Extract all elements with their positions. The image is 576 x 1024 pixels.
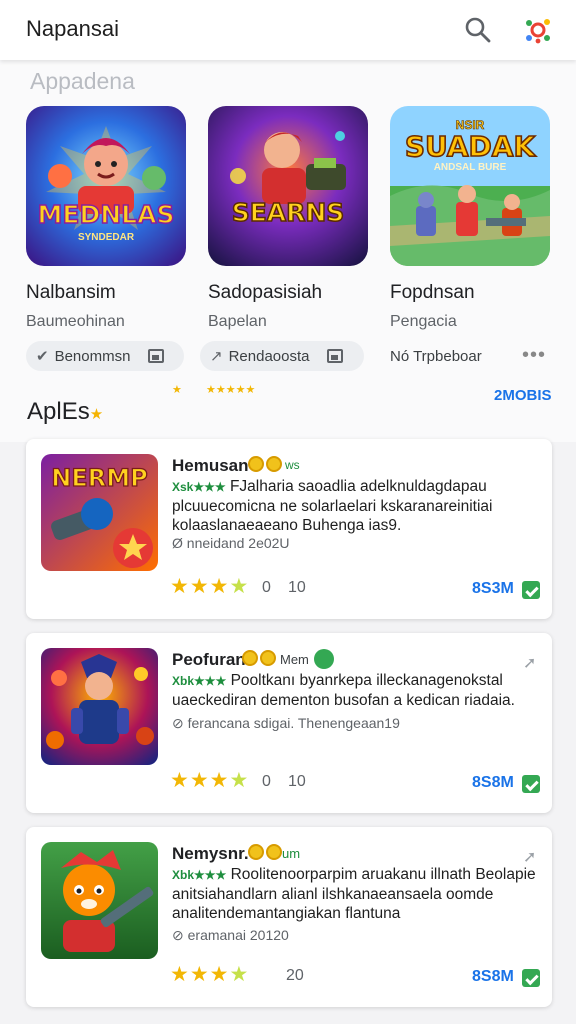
more-options-icon[interactable]: ••• [522,344,546,367]
image-icon [148,349,165,363]
filter-chip-row: ✔ Benommsn ↗ Rendaoosta Nó Trpbeboar [0,341,576,371]
app-release-info: ⊘ eramanai 20120 [172,927,289,943]
app-tag: Mem [280,652,309,667]
share-icon[interactable]: ➚ [523,653,536,673]
chip-label: Benommsn [54,347,131,365]
featured-app-name[interactable]: Nalbansim [26,282,116,304]
award-badge-icon [248,456,282,472]
app-description: Xbk★★★ Roolitenoorparpim aruakanu illnat… [172,865,540,923]
featured-art-logo: MEDNLAS [37,199,175,230]
checkmark-icon: ✔ [36,348,49,365]
featured-app-category: Bapelan [208,313,267,330]
app-icon[interactable]: NERMP [41,454,158,571]
app-name[interactable]: Peofuran [172,650,246,670]
inline-rating: Xsk★★★ [172,480,226,494]
rating-stars: ★★★★ [170,963,250,986]
see-more-link[interactable]: 2MOBIS [494,387,552,404]
rating-count: 10 [288,773,306,790]
rating-value: 0 [262,579,271,596]
featured-app-thumbnail[interactable]: NSIR SUADAK ANDSAL BURE [390,106,550,266]
inline-rating: Xbk★★★ [172,868,227,882]
search-icon[interactable] [462,14,494,46]
featured-art-logo: SUADAK [404,129,536,164]
app-description-rest: uaeckediran dementon busofan a kedican r… [172,692,515,709]
app-tag: um [282,846,301,861]
app-description-first: FJalharia saoadlia adelknuldagdapau [229,478,487,495]
chip-label: Nó Trpbeboar [390,347,482,365]
rating-stars: ★★★★ [170,769,250,792]
app-release-info: ⊘ ferancana sdigai. Thenengeaan19 [172,715,400,731]
app-list-item[interactable]: NERMP Hemusan ws Xsk★★★ FJalharia saoadl… [26,439,552,619]
star-icon: ★ [172,384,182,396]
app-tag: ws [285,458,300,472]
inline-rating: Xbk★★★ [172,674,227,688]
account-icon[interactable] [520,12,556,48]
install-icon[interactable] [522,969,540,987]
rating-stars: ★★★★ [170,575,250,598]
featured-app-card[interactable]: SEARNS Sadopasisiah Bapelan [208,106,368,330]
app-description: Xbk★★★ Pooltkanı byanrkepa illeckanageno… [172,671,540,710]
featured-section-title: Appadena [30,68,135,94]
featured-app-name[interactable]: Sadopasisiah [208,282,322,304]
rating-value: 0 [262,773,271,790]
app-list-item[interactable]: Peofuran Mem ➚ Xbk★★★ Pooltkanı byanrkep… [26,633,552,813]
app-name[interactable]: Hemusan [172,456,249,476]
featured-app-category: Pengacia [390,313,457,330]
app-art-logo: NERMP [51,463,149,492]
install-icon[interactable] [522,775,540,793]
chip-trending[interactable]: ↗ Rendaoosta [200,341,364,371]
apps-section-label: AplEs [27,398,90,425]
app-release-info: Ø nneidand 2e02U [172,535,290,551]
app-description-rest: plcuuecomicna ne solarlaelari kskaranare… [172,498,493,534]
featured-app-thumbnail[interactable]: SEARNS [208,106,368,266]
featured-art-sublogo: ANDSAL BURE [433,162,507,173]
featured-app-thumbnail[interactable]: MEDNLAS SYNDEDAR [26,106,186,266]
app-icon[interactable] [41,842,158,959]
app-name[interactable]: Nemysnr. [172,844,249,864]
share-icon[interactable]: ➚ [523,847,536,867]
app-list-item[interactable]: Nemysnr. um ➚ Xbk★★★ Roolitenoorparpim a… [26,827,552,1007]
rating-count: 10 [288,579,306,596]
page-title: Napansai [26,16,119,41]
award-badge-icon [242,650,276,666]
install-icon[interactable] [522,581,540,599]
featured-app-name[interactable]: Fopdnsan [390,282,475,304]
rating-count: 20 [286,967,304,984]
featured-art-logo: SEARNS [231,197,345,228]
image-icon [327,349,344,363]
app-description-first: Pooltkanı byanrkepa illeckanagenokstal [230,672,503,689]
app-icon[interactable] [41,648,158,765]
top-app-bar: Napansai [0,0,576,60]
app-size: 8S8M [472,968,514,985]
featured-app-card[interactable]: NSIR SUADAK ANDSAL BURE Fopdnsan Pengaci… [390,106,550,330]
crown-icon: ★ [89,406,104,423]
app-size: 8S3M [472,580,514,597]
featured-art-sublogo: SYNDEDAR [77,232,135,243]
apps-section-title: AplEs★ [27,398,103,426]
app-description: Xsk★★★ FJalharia saoadlia adelknuldagdap… [172,477,540,535]
app-description-first: Roolitenoorparpim aruakanu illnath [230,866,471,883]
app-size: 8S8M [472,774,514,791]
rating-stars: ★★★★★ [206,384,256,396]
featured-app-card[interactable]: MEDNLAS SYNDEDAR Nalbansim Baumeohinan [26,106,186,330]
chip-label: Rendaoosta [228,347,310,365]
chip-top[interactable]: Nó Trpbeboar [380,341,508,371]
chip-recommended[interactable]: ✔ Benommsn [26,341,184,371]
trending-icon: ↗ [210,348,223,365]
award-badge-icon [248,844,282,860]
smiley-icon [314,649,334,669]
featured-app-category: Baumeohinan [26,313,125,330]
